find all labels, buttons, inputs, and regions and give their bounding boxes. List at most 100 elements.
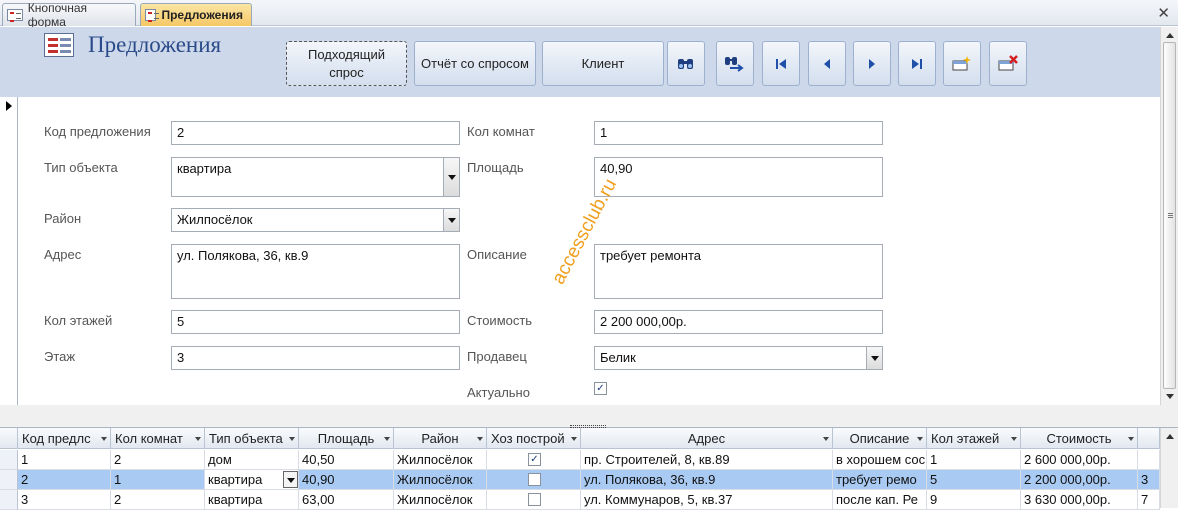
table-cell[interactable]: квартира <box>205 490 299 510</box>
last-record-button[interactable] <box>898 41 936 86</box>
delete-record-button[interactable] <box>989 41 1027 86</box>
kod-field[interactable]: 2 <box>171 121 460 145</box>
chevron-down-icon[interactable] <box>443 209 459 231</box>
table-cell[interactable]: дом <box>205 450 299 470</box>
datasheet-scrollbar[interactable] <box>1160 428 1178 508</box>
row-selector[interactable] <box>0 490 18 510</box>
table-cell[interactable]: ✓ <box>487 450 581 470</box>
column-header[interactable]: Адрес <box>581 428 833 449</box>
adres-field[interactable]: ул. Полякова, 36, кв.9 <box>171 244 460 299</box>
hoz-checkbox[interactable] <box>528 473 541 486</box>
close-icon[interactable]: ✕ <box>1157 4 1170 22</box>
split-form-splitter[interactable] <box>0 405 1178 428</box>
stoimost-label: Стоимость <box>467 313 533 328</box>
table-cell[interactable]: 40,50 <box>299 450 394 470</box>
tab-switchboard[interactable]: Кнопочная форма <box>2 1 136 29</box>
chevron-down-icon[interactable] <box>283 471 298 488</box>
scroll-up-icon[interactable] <box>1166 33 1174 38</box>
column-header[interactable] <box>1138 428 1160 449</box>
rayon-combo[interactable]: Жилпосёлок <box>171 208 460 232</box>
table-cell[interactable]: 1 <box>111 470 205 490</box>
table-cell[interactable]: Жилпосёлок <box>394 490 487 510</box>
hoz-checkbox[interactable] <box>528 493 541 506</box>
etazhey-field[interactable]: 5 <box>171 310 460 334</box>
hoz-checkbox[interactable]: ✓ <box>528 453 541 466</box>
table-cell[interactable]: Жилпосёлок <box>394 470 487 490</box>
record-selector[interactable] <box>0 97 18 405</box>
table-cell[interactable]: ул. Полякова, 36, кв.9 <box>581 470 833 490</box>
opisanie-field[interactable]: требует ремонта <box>594 244 883 299</box>
column-header[interactable]: Район <box>394 428 487 449</box>
table-cell[interactable]: ул. Коммунаров, 5, кв.37 <box>581 490 833 510</box>
table-cell[interactable]: 2 200 000,00р. <box>1021 470 1138 490</box>
previous-record-button[interactable] <box>808 41 846 86</box>
column-header[interactable]: Тип объекта <box>205 428 299 449</box>
table-cell[interactable]: 2 <box>111 450 205 470</box>
replace-button[interactable] <box>716 41 754 86</box>
prodavec-label: Продавец <box>467 349 527 364</box>
tip-combo[interactable]: квартира <box>171 157 460 197</box>
table-cell[interactable]: Жилпосёлок <box>394 450 487 470</box>
column-header[interactable]: Площадь <box>299 428 394 449</box>
aktualno-checkbox[interactable]: ✓ <box>594 382 607 395</box>
table-cell[interactable] <box>1138 450 1160 470</box>
new-record-button[interactable] <box>943 41 981 86</box>
chevron-down-icon[interactable] <box>443 158 459 196</box>
form-scrollbar[interactable] <box>1160 27 1178 405</box>
table-cell[interactable]: 63,00 <box>299 490 394 510</box>
chevron-down-icon[interactable] <box>866 347 882 369</box>
table-cell[interactable] <box>487 470 581 490</box>
first-record-button[interactable] <box>762 41 800 86</box>
tab-offers[interactable]: Предложения <box>140 3 252 26</box>
table-cell[interactable]: 5 <box>927 470 1021 490</box>
column-header[interactable]: Код предлс <box>18 428 111 449</box>
new-record-icon <box>952 55 971 70</box>
table-cell[interactable]: пр. Строителей, 8, кв.89 <box>581 450 833 470</box>
table-cell[interactable]: 3 630 000,00р. <box>1021 490 1138 510</box>
table-cell[interactable]: 40,90 <box>299 470 394 490</box>
find-icon <box>678 58 693 69</box>
scroll-up-icon[interactable] <box>1166 434 1174 439</box>
table-cell[interactable]: в хорошем сос <box>833 450 927 470</box>
table-cell[interactable]: 1 <box>18 450 111 470</box>
table-cell[interactable]: 3 <box>1138 470 1160 490</box>
column-header[interactable]: Кол комнат <box>111 428 205 449</box>
table-cell[interactable]: 2 <box>111 490 205 510</box>
column-header[interactable]: Стоимость <box>1021 428 1138 449</box>
first-record-icon <box>776 58 786 69</box>
table-cell[interactable]: 7 <box>1138 490 1160 510</box>
table-cell-combo[interactable]: квартира <box>205 470 299 490</box>
column-header[interactable]: Хоз построй <box>487 428 581 449</box>
column-header[interactable]: Описание <box>833 428 927 449</box>
match-demand-button[interactable]: Подходящий спрос <box>286 41 407 86</box>
find-button[interactable] <box>667 41 705 86</box>
ploshad-field[interactable]: 40,90 <box>594 157 883 197</box>
row-selector[interactable] <box>0 450 18 470</box>
table-cell[interactable]: после кап. Ре <box>833 490 927 510</box>
table-cell[interactable]: требует ремо <box>833 470 927 490</box>
aktualno-label: Актуально <box>467 385 530 400</box>
table-cell[interactable]: 9 <box>927 490 1021 510</box>
select-all-corner[interactable] <box>0 428 18 449</box>
client-button[interactable]: Клиент <box>542 41 664 86</box>
ploshad-label: Площадь <box>467 160 524 175</box>
scroll-thumb[interactable] <box>1163 42 1176 389</box>
tip-label: Тип объекта <box>44 160 118 175</box>
report-demand-button[interactable]: Отчёт со спросом <box>414 41 536 86</box>
prodavec-combo[interactable]: Белик <box>594 346 883 370</box>
row-selector[interactable] <box>0 470 18 490</box>
column-header[interactable]: Кол этажей <box>927 428 1021 449</box>
etazhey-label: Кол этажей <box>44 313 113 328</box>
next-record-button[interactable] <box>853 41 891 86</box>
komnat-field[interactable]: 1 <box>594 121 883 145</box>
table-cell[interactable] <box>487 490 581 510</box>
table-cell[interactable]: 2 600 000,00р. <box>1021 450 1138 470</box>
last-record-icon <box>912 58 922 69</box>
table-cell[interactable]: 2 <box>18 470 111 490</box>
table-cell[interactable]: 1 <box>927 450 1021 470</box>
page-title: Предложения <box>88 32 222 57</box>
scroll-down-icon[interactable] <box>1166 394 1174 399</box>
etazh-field[interactable]: 3 <box>171 346 460 370</box>
table-cell[interactable]: 3 <box>18 490 111 510</box>
stoimost-field[interactable]: 2 200 000,00р. <box>594 310 883 334</box>
